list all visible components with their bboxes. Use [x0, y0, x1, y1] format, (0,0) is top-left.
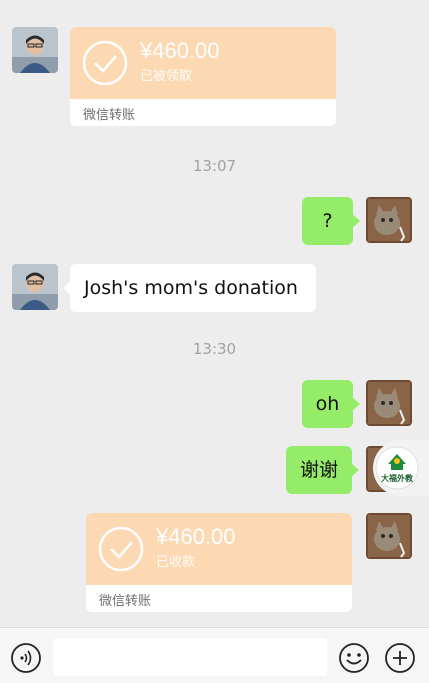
- message-bubble-sent[interactable]: ?: [302, 197, 360, 245]
- voice-icon[interactable]: [10, 642, 42, 674]
- input-bar: [0, 627, 429, 683]
- avatar-self[interactable]: [366, 197, 412, 243]
- message-bubble-sent[interactable]: 谢谢: [286, 446, 359, 494]
- transfer-footer: 微信转账: [99, 594, 152, 609]
- check-circle-icon: [82, 40, 128, 86]
- message-input[interactable]: [53, 638, 327, 676]
- floating-app-badge[interactable]: 大福外教: [373, 440, 429, 496]
- message-bubble-sent[interactable]: oh: [302, 380, 360, 428]
- emoji-icon[interactable]: [338, 642, 370, 674]
- transfer-card-top: ¥460.00 已收款: [86, 513, 352, 585]
- transfer-footer: 微信转账: [83, 108, 136, 123]
- check-circle-icon: [98, 526, 144, 572]
- avatar-self[interactable]: [366, 380, 412, 426]
- transfer-status: 已收款: [156, 555, 196, 570]
- transfer-amount: ¥460.00: [156, 524, 236, 549]
- transfer-card-sent[interactable]: ¥460.00 已收款 微信转账: [86, 513, 352, 612]
- floating-badge-label: 大福外教: [381, 474, 413, 483]
- transfer-card-received[interactable]: ¥460.00 已被领取 微信转账: [70, 27, 336, 126]
- timestamp: 13:07: [192, 157, 237, 175]
- avatar-friend[interactable]: [12, 264, 58, 310]
- transfer-status: 已被领取: [140, 69, 193, 84]
- timestamp: 13:30: [192, 340, 237, 358]
- avatar-friend[interactable]: [12, 27, 58, 73]
- transfer-amount: ¥460.00: [140, 38, 220, 63]
- avatar-self[interactable]: [366, 513, 412, 559]
- plus-icon[interactable]: [384, 642, 416, 674]
- message-bubble-received[interactable]: Josh's mom's donation: [63, 264, 316, 312]
- transfer-card-top: ¥460.00 已被领取: [70, 27, 336, 99]
